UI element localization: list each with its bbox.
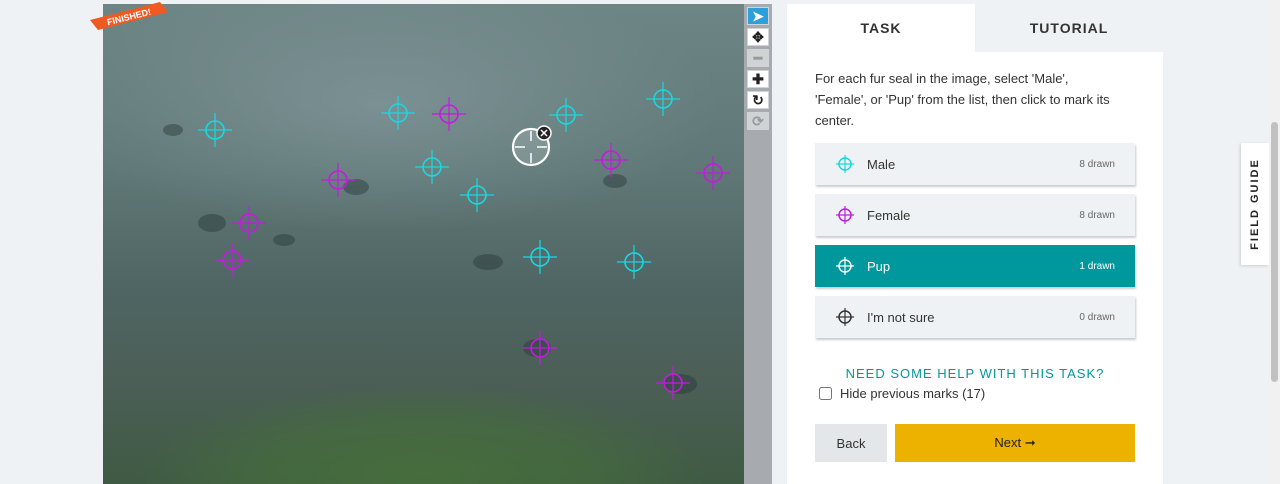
option-pup[interactable]: Pup 1 drawn [815,245,1135,287]
male-mark[interactable] [646,82,680,116]
crosshair-magenta-icon [836,206,854,224]
image-toolbar: ➤ ✥ ━ ✚ ↻ ⟳ [744,4,772,484]
marks-layer [198,82,730,400]
option-not-sure[interactable]: I'm not sure 0 drawn [815,296,1135,338]
help-link[interactable]: NEED SOME HELP WITH THIS TASK? [815,366,1135,381]
zoom-in-tool[interactable]: ✚ [747,70,769,88]
female-mark[interactable] [523,331,557,365]
option-count: 1 drawn [1079,260,1115,272]
page-scrollbar[interactable] [1269,0,1280,484]
next-button[interactable]: Next ➞ [895,424,1135,462]
hide-marks-checkbox[interactable] [819,387,832,400]
task-panel: TASK TUTORIAL For each fur seal in the i… [787,4,1163,484]
option-label: I'm not sure [867,309,935,325]
option-label: Male [867,156,896,172]
option-male[interactable]: Male 8 drawn [815,143,1135,185]
female-mark[interactable] [215,243,249,277]
back-button[interactable]: Back [815,424,887,462]
rotate-tool[interactable]: ↻ [747,91,769,109]
option-count: 0 drawn [1079,311,1115,323]
crosshair-dark-icon [836,308,854,326]
move-tool[interactable]: ✥ [747,28,769,46]
male-mark[interactable] [460,178,494,212]
option-count: 8 drawn [1079,158,1115,170]
male-mark[interactable] [198,113,232,147]
female-mark[interactable] [432,97,466,131]
hide-marks-toggle[interactable]: Hide previous marks (17) [817,386,985,401]
tab-task[interactable]: TASK [787,4,975,52]
field-guide-tab[interactable]: FIELD GUIDE [1241,143,1269,265]
male-mark[interactable] [381,96,415,130]
reset-tool[interactable]: ⟳ [747,112,769,130]
male-mark[interactable] [415,150,449,184]
zoom-out-tool[interactable]: ━ [747,49,769,67]
option-female[interactable]: Female 8 drawn [815,194,1135,236]
option-count: 8 drawn [1079,209,1115,221]
pointer-tool[interactable]: ➤ [747,7,769,25]
female-mark[interactable] [594,143,628,177]
male-mark[interactable] [617,245,651,279]
crosshair-white-icon [836,257,854,275]
tab-tutorial[interactable]: TUTORIAL [975,4,1163,52]
male-mark[interactable] [523,240,557,274]
delete-mark-icon[interactable] [536,125,552,141]
crosshair-cyan-icon [836,155,854,173]
finished-badge: FINISHED! [90,2,168,30]
female-mark[interactable] [696,156,730,190]
female-mark[interactable] [656,366,690,400]
hide-marks-label: Hide previous marks (17) [840,386,986,401]
male-mark[interactable] [549,98,583,132]
field-guide-label: FIELD GUIDE [1249,158,1261,250]
subject-image[interactable] [103,4,744,484]
female-mark[interactable] [321,163,355,197]
task-instructions: For each fur seal in the image, select '… [815,71,1110,128]
task-tabs: TASK TUTORIAL [787,4,1163,52]
finished-badge-label: FINISHED! [106,7,152,28]
option-label: Female [867,207,911,223]
female-mark[interactable] [232,206,266,240]
option-label: Pup [867,258,891,274]
scrollbar-thumb[interactable] [1271,122,1278,382]
